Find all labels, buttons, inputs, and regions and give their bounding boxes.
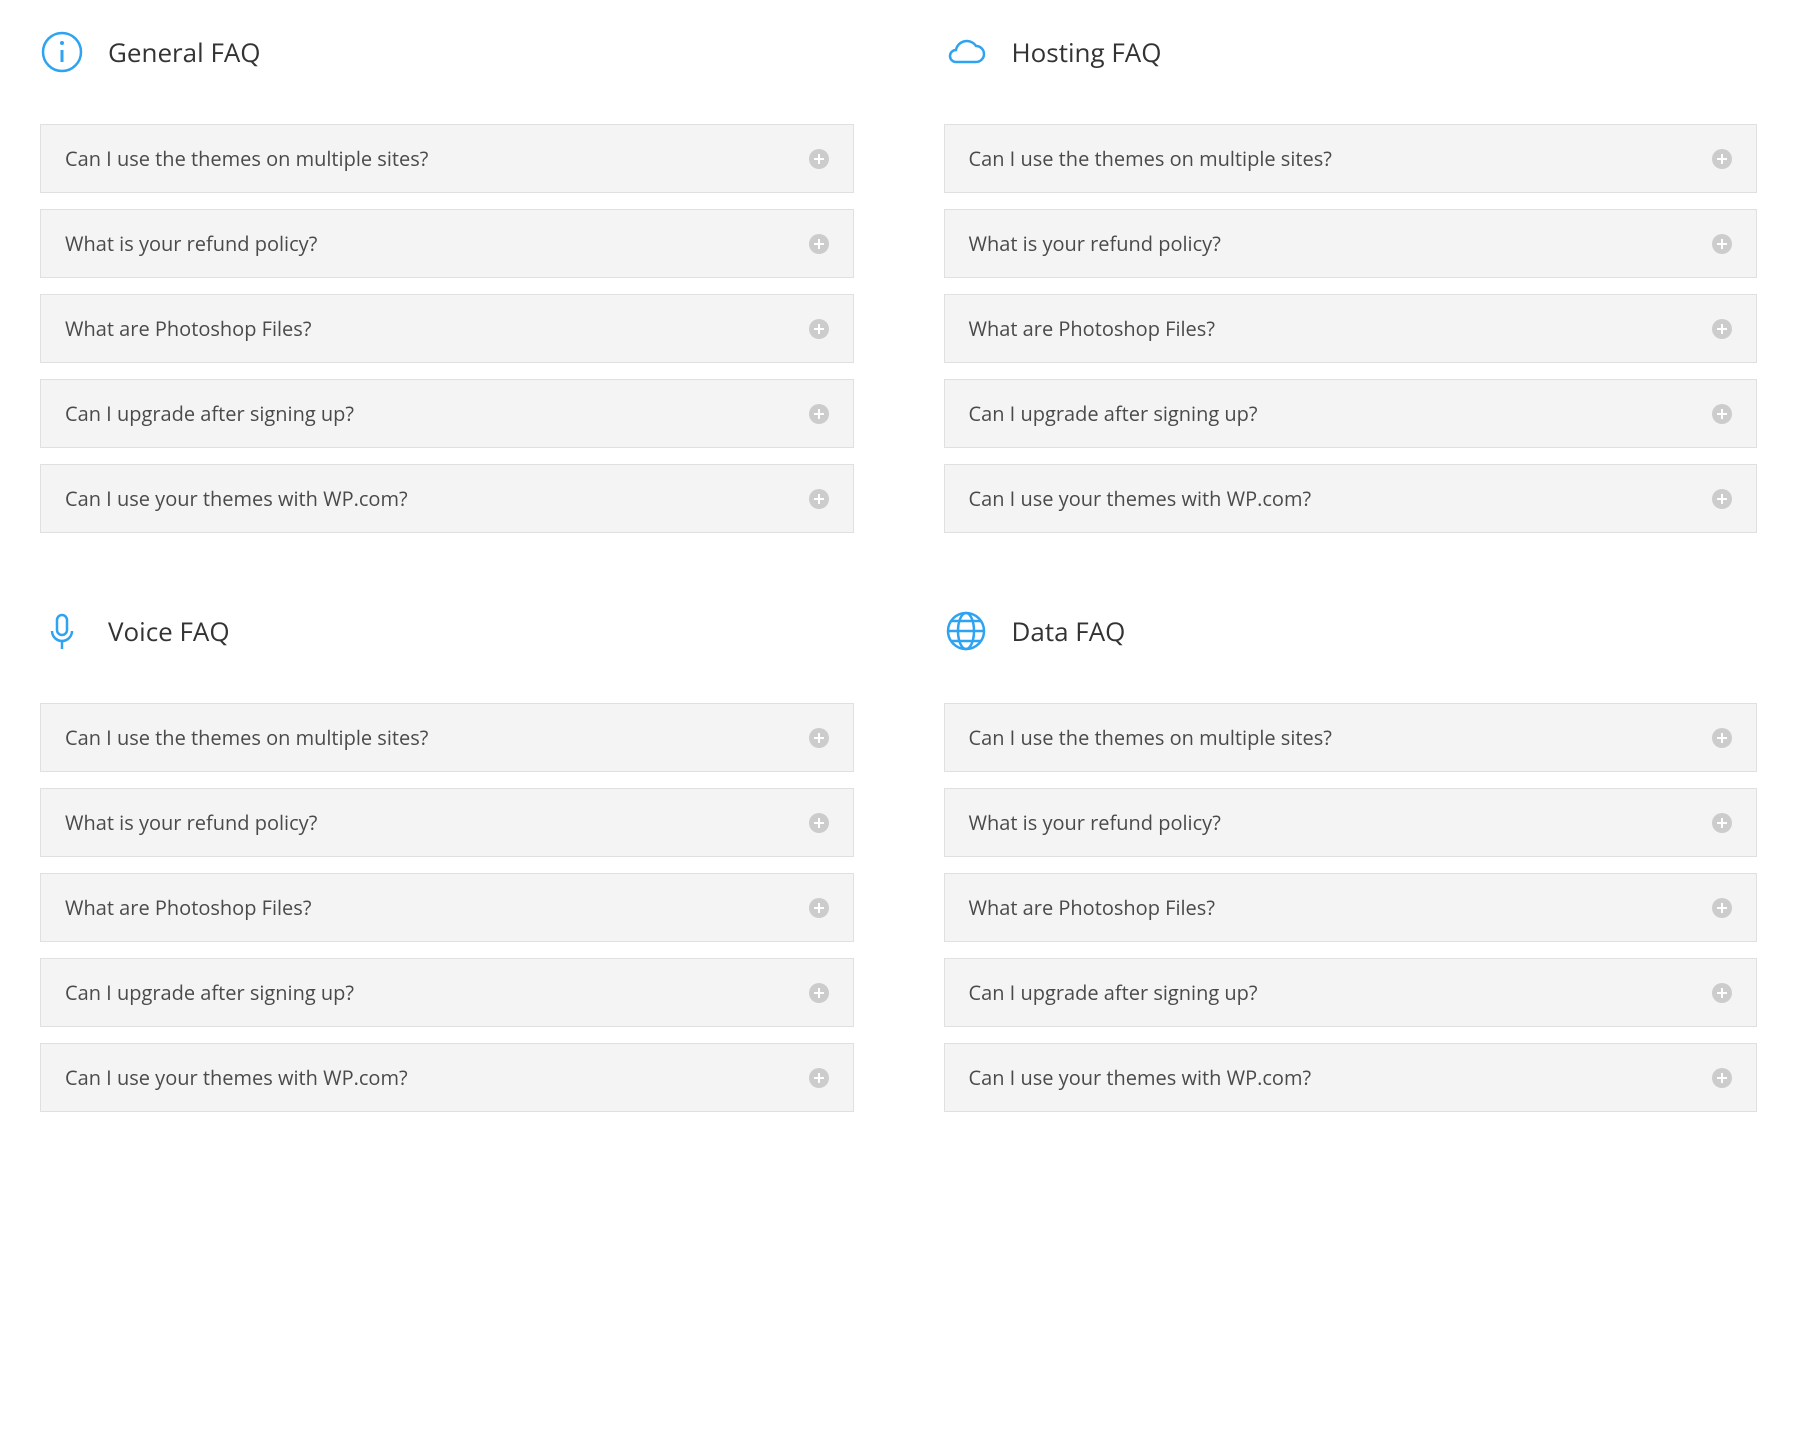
faq-section-voice: Voice FAQ Can I use the themes on multip… xyxy=(40,609,854,1128)
faq-item[interactable]: Can I use your themes with WP.com? xyxy=(944,464,1758,533)
faq-question: Can I upgrade after signing up? xyxy=(65,979,354,1006)
section-title: Voice FAQ xyxy=(108,613,230,649)
plus-icon xyxy=(1712,404,1732,424)
faq-item[interactable]: What are Photoshop Files? xyxy=(944,294,1758,363)
faq-question: Can I upgrade after signing up? xyxy=(969,400,1258,427)
globe-icon xyxy=(944,609,988,653)
faq-item[interactable]: Can I upgrade after signing up? xyxy=(944,379,1758,448)
faq-item[interactable]: What is your refund policy? xyxy=(40,209,854,278)
cloud-icon xyxy=(944,30,988,74)
faq-item[interactable]: Can I use the themes on multiple sites? xyxy=(944,703,1758,772)
faq-item[interactable]: What are Photoshop Files? xyxy=(40,873,854,942)
faq-question: Can I upgrade after signing up? xyxy=(969,979,1258,1006)
faq-item[interactable]: Can I use your themes with WP.com? xyxy=(40,1043,854,1112)
faq-item[interactable]: What is your refund policy? xyxy=(944,209,1758,278)
mic-icon xyxy=(40,609,84,653)
faq-section-hosting: Hosting FAQ Can I use the themes on mult… xyxy=(944,30,1758,549)
faq-question: What are Photoshop Files? xyxy=(65,894,311,921)
faq-grid: General FAQ Can I use the themes on mult… xyxy=(40,30,1757,1128)
section-header: General FAQ xyxy=(40,30,854,74)
faq-item[interactable]: Can I use the themes on multiple sites? xyxy=(40,124,854,193)
plus-icon xyxy=(1712,898,1732,918)
plus-icon xyxy=(1712,728,1732,748)
plus-icon xyxy=(809,234,829,254)
plus-icon xyxy=(1712,813,1732,833)
faq-item[interactable]: Can I use the themes on multiple sites? xyxy=(944,124,1758,193)
plus-icon xyxy=(1712,234,1732,254)
faq-item[interactable]: What are Photoshop Files? xyxy=(944,873,1758,942)
faq-question: Can I use your themes with WP.com? xyxy=(65,1064,408,1091)
faq-item[interactable]: What is your refund policy? xyxy=(40,788,854,857)
faq-question: What are Photoshop Files? xyxy=(65,315,311,342)
plus-icon xyxy=(809,813,829,833)
plus-icon xyxy=(809,319,829,339)
faq-question: What is your refund policy? xyxy=(969,809,1221,836)
faq-question: Can I use the themes on multiple sites? xyxy=(65,145,428,172)
faq-question: What is your refund policy? xyxy=(65,809,317,836)
faq-item[interactable]: Can I use the themes on multiple sites? xyxy=(40,703,854,772)
section-header: Hosting FAQ xyxy=(944,30,1758,74)
faq-item[interactable]: Can I use your themes with WP.com? xyxy=(944,1043,1758,1112)
plus-icon xyxy=(1712,319,1732,339)
plus-icon xyxy=(809,489,829,509)
plus-icon xyxy=(1712,149,1732,169)
faq-question: Can I use the themes on multiple sites? xyxy=(65,724,428,751)
faq-item[interactable]: Can I use your themes with WP.com? xyxy=(40,464,854,533)
plus-icon xyxy=(809,1068,829,1088)
faq-question: Can I use your themes with WP.com? xyxy=(969,485,1312,512)
faq-question: What are Photoshop Files? xyxy=(969,315,1215,342)
faq-item[interactable]: Can I upgrade after signing up? xyxy=(40,958,854,1027)
faq-question: What are Photoshop Files? xyxy=(969,894,1215,921)
plus-icon xyxy=(809,404,829,424)
plus-icon xyxy=(809,983,829,1003)
plus-icon xyxy=(809,149,829,169)
info-icon xyxy=(40,30,84,74)
faq-item[interactable]: Can I upgrade after signing up? xyxy=(40,379,854,448)
section-title: Data FAQ xyxy=(1012,613,1126,649)
plus-icon xyxy=(809,898,829,918)
faq-question: Can I use your themes with WP.com? xyxy=(65,485,408,512)
plus-icon xyxy=(809,728,829,748)
faq-item[interactable]: What are Photoshop Files? xyxy=(40,294,854,363)
faq-question: What is your refund policy? xyxy=(969,230,1221,257)
faq-question: What is your refund policy? xyxy=(65,230,317,257)
section-title: General FAQ xyxy=(108,34,261,70)
plus-icon xyxy=(1712,1068,1732,1088)
section-header: Data FAQ xyxy=(944,609,1758,653)
faq-question: Can I use the themes on multiple sites? xyxy=(969,724,1332,751)
faq-question: Can I upgrade after signing up? xyxy=(65,400,354,427)
plus-icon xyxy=(1712,489,1732,509)
faq-question: Can I use the themes on multiple sites? xyxy=(969,145,1332,172)
faq-item[interactable]: What is your refund policy? xyxy=(944,788,1758,857)
plus-icon xyxy=(1712,983,1732,1003)
faq-section-general: General FAQ Can I use the themes on mult… xyxy=(40,30,854,549)
faq-section-data: Data FAQ Can I use the themes on multipl… xyxy=(944,609,1758,1128)
section-title: Hosting FAQ xyxy=(1012,34,1162,70)
section-header: Voice FAQ xyxy=(40,609,854,653)
faq-item[interactable]: Can I upgrade after signing up? xyxy=(944,958,1758,1027)
faq-question: Can I use your themes with WP.com? xyxy=(969,1064,1312,1091)
